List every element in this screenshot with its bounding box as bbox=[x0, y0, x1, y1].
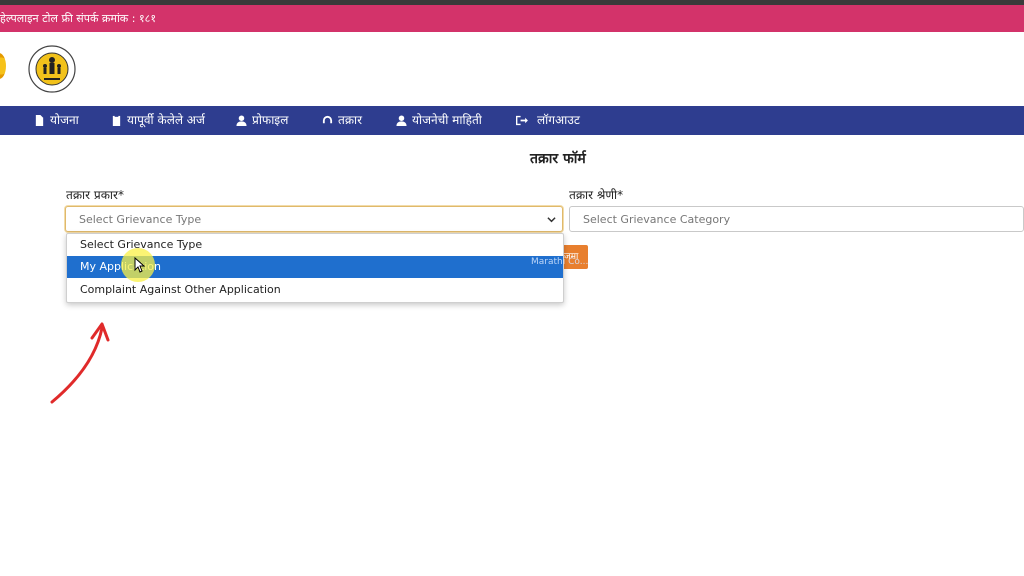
nav-item-previous-applications[interactable]: यापूर्वी केलेले अर्ज bbox=[111, 106, 205, 135]
form-title: तक्रार फॉर्म bbox=[530, 151, 586, 167]
dropdown-option[interactable]: Complaint Against Other Application bbox=[67, 279, 563, 301]
nav-item-label: योजनेची माहिती bbox=[412, 113, 482, 127]
women-child-development-logo[interactable] bbox=[28, 40, 76, 98]
nav-item-label: प्रोफाइल bbox=[252, 113, 289, 127]
document-icon bbox=[35, 115, 44, 126]
annotation-arrow-icon bbox=[50, 322, 110, 404]
site-header bbox=[0, 32, 1024, 105]
nav-item-label: योजना bbox=[50, 113, 79, 127]
headset-icon bbox=[322, 115, 333, 124]
user-icon bbox=[236, 115, 247, 126]
grievance-category-value: Select Grievance Category bbox=[583, 213, 731, 226]
nav-item-label: यापूर्वी केलेले अर्ज bbox=[127, 113, 205, 127]
nav-item-grievance[interactable]: तक्रार bbox=[322, 106, 362, 135]
nav-item-schemes[interactable]: योजना bbox=[34, 106, 79, 135]
grievance-category-select[interactable]: Select Grievance Category bbox=[569, 206, 1024, 232]
grievance-category-label: तक्रार श्रेणी* bbox=[569, 188, 624, 202]
grievance-type-value: Select Grievance Type bbox=[79, 213, 202, 226]
nav-item-label: लॉगआउट bbox=[537, 113, 580, 127]
main-navbar: योजना यापूर्वी केलेले अर्ज प्रोफाइल तक्र… bbox=[0, 106, 1024, 135]
grievance-type-select[interactable]: Select Grievance Type bbox=[65, 206, 563, 232]
grievance-type-label: तक्रार प्रकार* bbox=[66, 188, 124, 202]
user-icon bbox=[396, 115, 407, 126]
nav-item-profile[interactable]: प्रोफाइल bbox=[236, 106, 288, 135]
nav-item-logout[interactable]: लॉगआउट bbox=[515, 106, 580, 135]
overlay-caption-text: Marathi Co... bbox=[531, 257, 589, 267]
helpline-text: हेल्पलाइन टोल फ्री संपर्क क्रमांक : १८१ bbox=[0, 12, 157, 25]
clipboard-icon bbox=[112, 115, 121, 126]
logout-icon bbox=[516, 115, 528, 126]
chevron-down-icon bbox=[547, 217, 556, 223]
helpline-banner: हेल्पलाइन टोल फ्री संपर्क क्रमांक : १८१ bbox=[0, 5, 1024, 32]
nav-item-label: तक्रार bbox=[338, 113, 363, 127]
mouse-pointer-icon bbox=[134, 257, 146, 273]
nav-item-scheme-info[interactable]: योजनेची माहिती bbox=[396, 106, 482, 135]
